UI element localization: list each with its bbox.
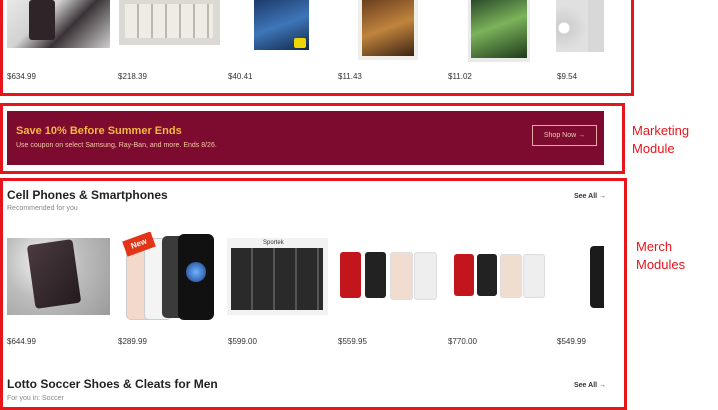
game-cover-shape [362, 0, 414, 56]
see-all-link-soccer-shoes[interactable]: See All → [574, 382, 606, 389]
phone-shape-red-2 [454, 254, 474, 296]
phone-price-2: $289.99 [118, 337, 147, 346]
marketing-banner[interactable]: Save 10% Before Summer Ends Use coupon o… [7, 111, 604, 165]
phone-image-3[interactable]: Sportek [227, 238, 328, 315]
section-title-cell-phones[interactable]: Cell Phones & Smartphones [7, 188, 168, 202]
phone-image-1[interactable] [7, 238, 110, 315]
product-image-2[interactable] [119, 0, 220, 45]
product-image-4[interactable] [358, 0, 418, 60]
phone-price-4: $559.95 [338, 337, 367, 346]
box-label: Sportek [263, 240, 284, 246]
see-all-link-cell-phones[interactable]: See All → [574, 193, 606, 200]
annotation-merch: Merch Modules [636, 238, 685, 274]
product-image-5[interactable] [468, 0, 530, 62]
product-price-1: $634.99 [7, 72, 36, 81]
annotation-merch-line2: Modules [636, 257, 686, 272]
phone-image-4[interactable] [338, 250, 438, 302]
product-price-6: $9.54 [557, 72, 578, 81]
product-image-1[interactable] [7, 0, 110, 48]
rating-badge-shape [294, 38, 306, 48]
phone-shape-partial [590, 246, 604, 308]
product-price-4: $11.43 [338, 72, 362, 81]
phone-image-2[interactable]: New [120, 232, 216, 322]
banner-title: Save 10% Before Summer Ends [16, 125, 182, 137]
case-shape [588, 0, 604, 52]
disc-shape [556, 6, 586, 50]
phone-image-6[interactable] [588, 246, 604, 308]
game-cover-shape-2 [471, 0, 527, 58]
phone-back-shape-2 [26, 239, 82, 309]
phone-shape-black-3 [477, 254, 497, 296]
new-badge-label: New [129, 236, 149, 251]
phone-shape-gold [390, 252, 413, 300]
phone-back-shape [29, 0, 55, 40]
section-subtitle-cell-phones: Recommended for you [7, 205, 78, 212]
annotation-marketing: Marketing Module [632, 122, 689, 158]
phone-shape-gold-2 [500, 254, 522, 298]
phone-image-5[interactable] [452, 252, 546, 300]
section-subtitle-soccer-shoes: For you in: Soccer [7, 395, 64, 402]
phone-price-1: $644.99 [7, 337, 36, 346]
phone-boxes-shape [231, 248, 323, 310]
section-title-soccer-shoes[interactable]: Lotto Soccer Shoes & Cleats for Men [7, 377, 218, 391]
phone-price-5: $770.00 [448, 337, 477, 346]
product-image-3[interactable] [254, 0, 309, 50]
phone-shape-silver-2 [414, 252, 437, 300]
phone-price-6: $549.99 [557, 337, 586, 346]
phone-shape-front [178, 234, 214, 320]
phone-shape-silver-3 [523, 254, 545, 298]
screen-orb-shape [186, 262, 206, 282]
product-image-6[interactable] [556, 0, 604, 52]
shop-now-button[interactable]: Shop Now → [532, 125, 597, 146]
product-price-2: $218.39 [118, 72, 147, 81]
phone-price-3: $599.00 [228, 337, 257, 346]
phone-shape-red [340, 252, 361, 298]
phone-shape-black-2 [365, 252, 386, 298]
annotation-merch-line1: Merch [636, 239, 673, 254]
product-price-5: $11.02 [448, 72, 472, 81]
product-price-3: $40.41 [228, 72, 253, 81]
banner-subtitle: Use coupon on select Samsung, Ray-Ban, a… [16, 142, 217, 149]
boxes-shape [125, 4, 213, 38]
annotation-marketing-line1: Marketing [632, 123, 690, 138]
annotation-marketing-line2: Module [632, 141, 675, 156]
